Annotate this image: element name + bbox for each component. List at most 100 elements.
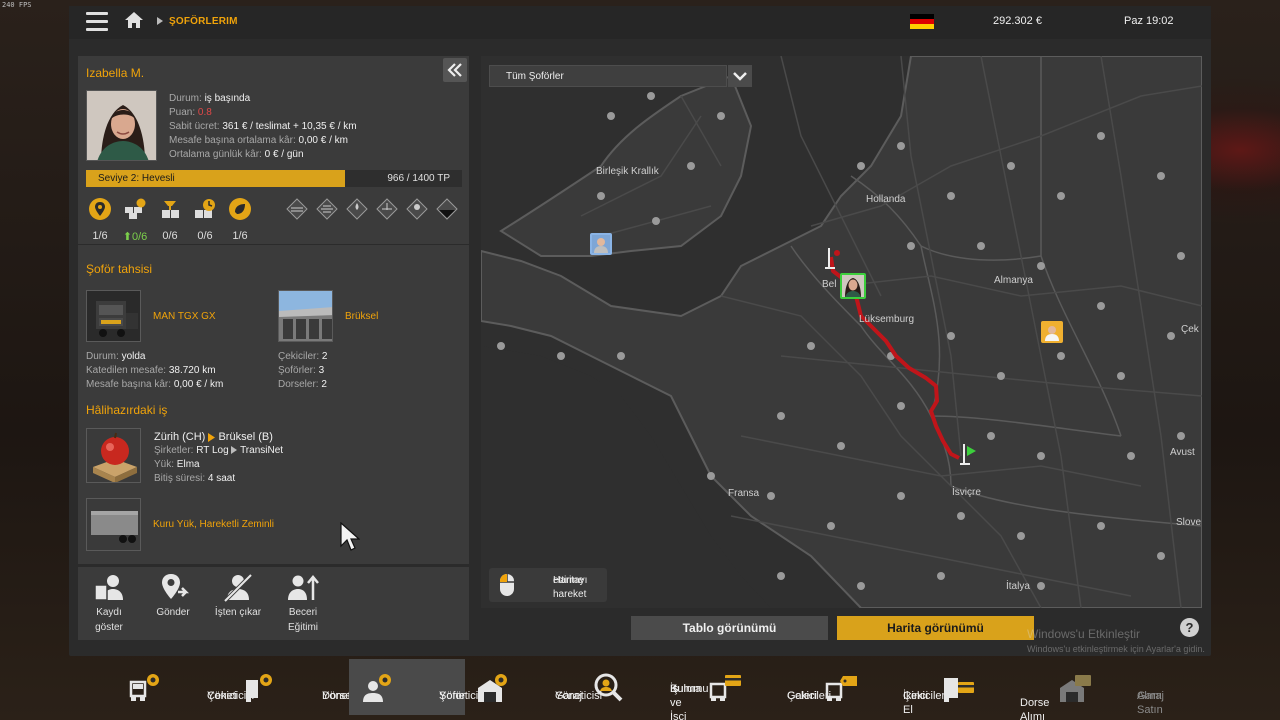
- map-view-button[interactable]: Harita görünümü: [837, 616, 1034, 640]
- tab-used-trucks[interactable]: İkinci El Çekiciler: [813, 659, 945, 716]
- garage-gear-icon: [478, 674, 507, 702]
- map-canvas: [481, 56, 1202, 608]
- driver-pin-izabella[interactable]: [840, 273, 866, 299]
- help-icon[interactable]: ?: [1180, 618, 1199, 637]
- truck-profit: Mesafe başına kâr: 0,00 € / km: [86, 379, 224, 390]
- truck-gear-icon: [129, 674, 159, 701]
- fire-driver-icon: [223, 573, 253, 603]
- map-pin-icon: [89, 198, 111, 220]
- adr-class3-icon: [346, 198, 368, 220]
- divider: [78, 244, 469, 245]
- fps-counter: 240 FPS: [2, 1, 32, 9]
- collapse-panel-button[interactable]: [443, 58, 467, 82]
- eco-driving-icon: [229, 198, 251, 220]
- map-label-slovenia: Slove: [1176, 517, 1202, 528]
- skill-adr: 1/6: [86, 197, 114, 242]
- skill-just-in-time: 0/6: [191, 197, 219, 242]
- cargo-value-icon: [125, 198, 146, 219]
- skill-fragile: 0/6: [156, 197, 184, 242]
- driver-history-icon: [94, 575, 123, 601]
- windows-activation-watermark: Windows'u Etkinleştir: [1027, 627, 1140, 641]
- map-label-germany: Almanya: [994, 275, 1033, 286]
- truck-status: Durum: yolda: [86, 351, 146, 362]
- driver-avatar: [86, 90, 157, 161]
- current-job-heading: Hâlihazırdaki iş: [86, 403, 168, 417]
- driver-name: Izabella M.: [86, 66, 145, 80]
- just-in-time-icon: [195, 199, 215, 218]
- tab-driver-manager[interactable]: Şoför Yöneticisi: [349, 659, 486, 715]
- tab-recruitment-agency[interactable]: İş ve İşçi Bulma Kurumu: [580, 659, 709, 720]
- show-history-button[interactable]: Kaydı göster: [78, 572, 140, 634]
- garage-drivers: Şoförler: 3: [278, 365, 325, 376]
- send-location-icon: [162, 574, 190, 599]
- map-label-belgium: Bel: [822, 279, 837, 290]
- menu-icon[interactable]: [86, 12, 108, 32]
- dropdown-toggle-button[interactable]: [728, 65, 752, 87]
- world-map[interactable]: [481, 56, 1202, 608]
- garage-name[interactable]: Brüksel: [345, 311, 378, 322]
- map-label-italy: İtalya: [1006, 581, 1030, 592]
- game-clock: Paz 19:02: [1124, 15, 1174, 27]
- adr-class4-icon: [376, 198, 398, 220]
- tab-truck-manager[interactable]: Çekici Yöneticisi: [117, 659, 254, 715]
- tab-truck-dealers[interactable]: Çekici Galerileri: [697, 659, 831, 715]
- level-xp: 966 / 1400 TP: [387, 173, 450, 184]
- job-cargo: Yük: Elma: [154, 459, 200, 470]
- map-label-uk: Birleşik Krallık: [596, 166, 659, 177]
- fire-driver-button[interactable]: İşten çıkar: [207, 572, 269, 619]
- map-label-netherlands: Hollanda: [866, 194, 906, 205]
- used-truck-icon: [825, 676, 857, 701]
- company-arrow-icon: [231, 446, 238, 455]
- move-map-hint[interactable]: Haritayı hareket ettirme: [489, 568, 607, 602]
- recruitment-search-icon: [594, 673, 623, 702]
- tab-trailer-purchase[interactable]: Dorse Alımı: [930, 659, 1049, 720]
- driver-filter-dropdown[interactable]: Tüm Şoförler: [489, 65, 727, 87]
- chevron-down-icon: [733, 72, 747, 81]
- driver-gear-icon: [363, 674, 391, 702]
- job-route: Zürih (CH) Brüksel (B): [154, 431, 273, 443]
- trailer-thumbnail[interactable]: [86, 498, 141, 551]
- germany-flag-icon: [910, 14, 934, 29]
- home-icon[interactable]: [124, 11, 146, 31]
- breadcrumb-arrow-icon: [157, 17, 163, 25]
- driver-pin-germany[interactable]: [1041, 321, 1063, 343]
- money-balance: 292.302 €: [993, 15, 1042, 27]
- map-label-switzerland: İsviçre: [952, 487, 981, 498]
- tab-garage-purchase[interactable]: Garaj Satın Alımı: [1047, 659, 1164, 716]
- tab-garage-manager[interactable]: Garaj Yöneticisi: [465, 659, 602, 715]
- breadcrumb[interactable]: ŞOFÖRLERIM: [169, 16, 238, 27]
- windows-activation-hint: Windows'u etkinleştirmek için Ayarlar'a …: [1027, 644, 1205, 654]
- driver-pin-uk[interactable]: [590, 233, 612, 255]
- garage-thumbnail[interactable]: [278, 290, 333, 342]
- skill-cargo-value: ⬆0/6: [121, 197, 149, 243]
- driver-profit-per-distance: Mesafe başına ortalama kâr: 0,00 € / km: [169, 135, 348, 146]
- job-eta: Bitiş süresi: 4 saat: [154, 473, 236, 484]
- driver-daily-profit: Ortalama günlük kâr: 0 € / gün: [169, 149, 304, 160]
- adr-class2-icon: [316, 198, 338, 220]
- map-label-czechia: Çek: [1181, 324, 1199, 335]
- skill-training-button[interactable]: Beceri Eğitimi: [272, 572, 334, 634]
- job-companies: Şirketler: RT Log TransiNet: [154, 445, 284, 456]
- trailer-name[interactable]: Kuru Yük, Hareketli Zeminli: [153, 519, 274, 530]
- tab-trailer-manager[interactable]: Dorse Yöneticisi: [232, 659, 369, 715]
- mouse-cursor-icon: [340, 522, 360, 551]
- skill-eco-driving: 1/6: [226, 197, 254, 242]
- map-label-luxembourg: Lüksemburg: [859, 314, 915, 325]
- garage-purchase-icon: [1060, 675, 1091, 702]
- mouse-icon: [500, 574, 514, 596]
- garage-trucks: Çekiciler: 2: [278, 351, 328, 362]
- truck-dealer-icon: [709, 675, 741, 701]
- truck-name[interactable]: MAN TGX GX: [153, 311, 216, 322]
- level-progress-bar: Seviye 2: Hevesli 966 / 1400 TP: [86, 170, 462, 187]
- garage-trailers: Dorseler: 2: [278, 379, 327, 390]
- truck-thumbnail[interactable]: [86, 290, 141, 342]
- cargo-thumbnail: [86, 428, 141, 483]
- map-label-austria: Avust: [1170, 447, 1195, 458]
- send-driver-button[interactable]: Gönder: [142, 572, 204, 619]
- level-label: Seviye 2: Hevesli: [98, 173, 175, 184]
- trailer-purchase-icon: [944, 678, 974, 702]
- adr-class6-icon: [406, 198, 428, 220]
- driver-wage: Sabit ücret: 361 € / teslimat + 10,35 € …: [169, 121, 357, 132]
- assignment-heading: Şoför tahsisi: [86, 262, 153, 276]
- table-view-button[interactable]: Tablo görünümü: [631, 616, 828, 640]
